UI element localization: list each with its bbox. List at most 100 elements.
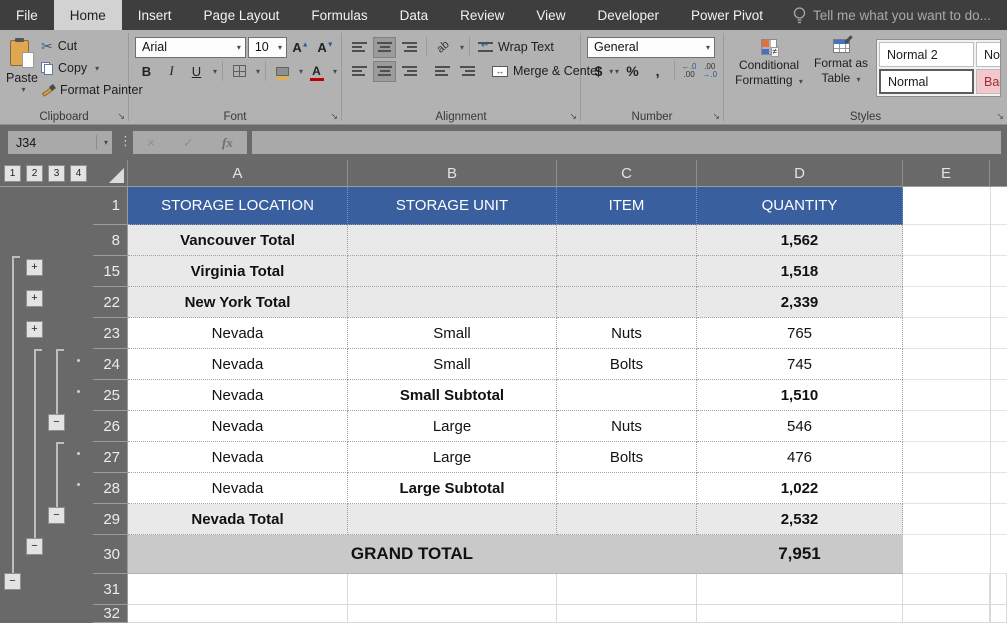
cell-A23[interactable]: Nevada	[128, 318, 348, 349]
style-normal-selected[interactable]: Normal	[879, 69, 974, 94]
cell-A22[interactable]: New York Total	[128, 287, 348, 318]
cell-F22[interactable]	[990, 287, 1007, 318]
column-header-D[interactable]: D	[697, 160, 903, 187]
format-as-table-button[interactable]: Format as Table ▾	[808, 35, 874, 108]
cell-C26[interactable]: Nuts	[557, 411, 697, 442]
cell-D8[interactable]: 1,562	[697, 225, 903, 256]
style-bad[interactable]: Bad	[976, 69, 1001, 94]
cell-D29[interactable]: 2,532	[697, 504, 903, 535]
cell-B31[interactable]	[348, 574, 557, 605]
cell-B8[interactable]	[348, 225, 557, 256]
cell-D23[interactable]: 765	[697, 318, 903, 349]
collapse-button-row25[interactable]: −	[48, 414, 65, 431]
cell-E31[interactable]	[903, 574, 990, 605]
cell-E23[interactable]	[903, 318, 990, 349]
paste-dropdown-icon[interactable]: ▾	[21, 85, 25, 94]
row-header-15[interactable]: 15	[93, 256, 128, 287]
borders-dropdown-icon[interactable]: ▾	[256, 67, 260, 76]
cell-A27[interactable]: Nevada	[128, 442, 348, 473]
row-header-27[interactable]: 27	[93, 442, 128, 473]
cell-E22[interactable]	[903, 287, 990, 318]
outline-level-4-button[interactable]: 4	[70, 165, 87, 182]
style-normal-2[interactable]: Normal 2	[879, 42, 974, 67]
align-right-button[interactable]	[398, 61, 421, 82]
tab-file[interactable]: File	[0, 0, 54, 30]
cell-A26[interactable]: Nevada	[128, 411, 348, 442]
align-top-button[interactable]	[348, 37, 371, 58]
cell-F25[interactable]	[990, 380, 1007, 411]
cancel-icon[interactable]: ×	[147, 135, 155, 150]
enter-icon[interactable]: ✓	[183, 135, 194, 151]
font-size-select[interactable]: 10 ▾	[248, 37, 287, 58]
cell-F32[interactable]	[990, 605, 1007, 623]
column-header-C[interactable]: C	[557, 160, 697, 187]
tell-me-box[interactable]: Tell me what you want to do...	[779, 0, 1005, 30]
cell-D22[interactable]: 2,339	[697, 287, 903, 318]
row-header-22[interactable]: 22	[93, 287, 128, 318]
align-bottom-button[interactable]	[398, 37, 421, 58]
column-header-F-partial[interactable]	[990, 160, 1007, 187]
cell-D28[interactable]: 1,022	[697, 473, 903, 504]
cell-C15[interactable]	[557, 256, 697, 287]
decrease-indent-button[interactable]	[431, 61, 454, 82]
styles-dialog-launcher[interactable]: ↘	[996, 111, 1004, 122]
cell-C8[interactable]	[557, 225, 697, 256]
cell-B24[interactable]: Small	[348, 349, 557, 380]
cell-F1[interactable]	[990, 187, 1007, 225]
row-header-8[interactable]: 8	[93, 225, 128, 256]
font-family-select[interactable]: Arial ▾	[135, 37, 246, 58]
outline-level-2-button[interactable]: 2	[26, 165, 43, 182]
cell-F31[interactable]	[990, 574, 1007, 605]
cell-C28[interactable]	[557, 473, 697, 504]
tab-home[interactable]: Home	[54, 0, 122, 30]
row-header-30[interactable]: 30	[93, 535, 128, 574]
tab-power-pivot[interactable]: Power Pivot	[675, 0, 779, 30]
paste-button[interactable]: Paste ▾	[6, 35, 38, 108]
collapse-button-row30[interactable]: −	[4, 573, 21, 590]
cell-A8[interactable]: Vancouver Total	[128, 225, 348, 256]
underline-dropdown-icon[interactable]: ▾	[213, 67, 217, 76]
align-center-button[interactable]	[373, 61, 396, 82]
orientation-button[interactable]: ab	[432, 37, 455, 58]
cell-E1[interactable]	[903, 187, 990, 225]
cell-A32[interactable]	[128, 605, 348, 623]
cell-E25[interactable]	[903, 380, 990, 411]
tab-view[interactable]: View	[520, 0, 581, 30]
cell-C25[interactable]	[557, 380, 697, 411]
tab-insert[interactable]: Insert	[122, 0, 188, 30]
number-dialog-launcher[interactable]: ↘	[712, 111, 720, 122]
bold-button[interactable]: B	[135, 61, 158, 82]
conditional-formatting-button[interactable]: Conditional Formatting ▾	[730, 35, 808, 108]
font-color-button[interactable]: A	[305, 61, 328, 82]
clipboard-dialog-launcher[interactable]: ↘	[117, 111, 125, 122]
row-header-1[interactable]: 1	[93, 187, 128, 225]
cell-D1[interactable]: QUANTITY	[697, 187, 903, 225]
tab-review[interactable]: Review	[444, 0, 520, 30]
cell-C32[interactable]	[557, 605, 697, 623]
cell-F30[interactable]	[990, 535, 1007, 574]
cell-E24[interactable]	[903, 349, 990, 380]
cell-D31[interactable]	[697, 574, 903, 605]
collapse-button-row29[interactable]: −	[26, 538, 43, 555]
cell-E26[interactable]	[903, 411, 990, 442]
cell-B29[interactable]	[348, 504, 557, 535]
row-header-24[interactable]: 24	[93, 349, 128, 380]
cell-B25[interactable]: Small Subtotal	[348, 380, 557, 411]
outline-level-3-button[interactable]: 3	[48, 165, 65, 182]
tab-data[interactable]: Data	[384, 0, 445, 30]
cell-A15[interactable]: Virginia Total	[128, 256, 348, 287]
font-color-dropdown-icon[interactable]: ▾	[333, 67, 337, 76]
tab-developer[interactable]: Developer	[581, 0, 675, 30]
cell-C1[interactable]: ITEM	[557, 187, 697, 225]
cell-F28[interactable]	[990, 473, 1007, 504]
cell-F29[interactable]	[990, 504, 1007, 535]
cell-F23[interactable]	[990, 318, 1007, 349]
cell-B22[interactable]	[348, 287, 557, 318]
collapse-button-row28[interactable]: −	[48, 507, 65, 524]
currency-dropdown-icon[interactable]: ▾	[615, 67, 619, 76]
fill-color-button[interactable]	[271, 61, 294, 82]
cell-B32[interactable]	[348, 605, 557, 623]
percent-button[interactable]: %	[621, 61, 644, 82]
cell-F27[interactable]	[990, 442, 1007, 473]
cell-B1[interactable]: STORAGE UNIT	[348, 187, 557, 225]
